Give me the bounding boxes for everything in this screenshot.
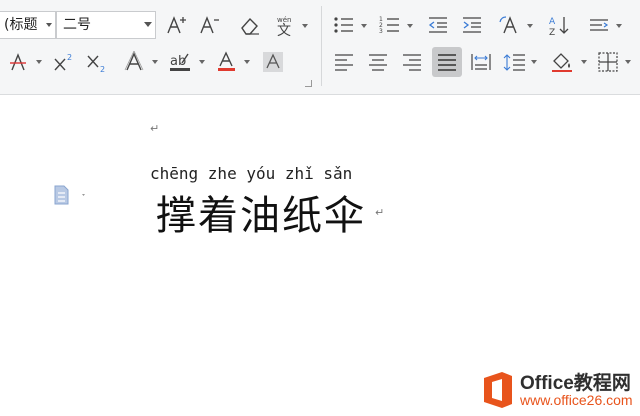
chevron-down-icon[interactable] <box>199 60 205 64</box>
subscript-icon: 2 <box>87 55 105 73</box>
document-text[interactable]: 撑着油纸伞 <box>156 183 366 241</box>
shrink-font-button[interactable] <box>196 12 224 38</box>
clear-format-button[interactable] <box>236 12 264 38</box>
distributed-icon <box>471 54 491 70</box>
superscript-button[interactable]: 2 <box>50 49 78 75</box>
chevron-down-icon[interactable] <box>152 60 158 64</box>
text-effect-button[interactable] <box>121 49 149 75</box>
text-effect-icon <box>124 51 144 71</box>
align-left-button[interactable] <box>330 49 358 75</box>
bullets-icon <box>334 17 353 33</box>
svg-text:Z: Z <box>549 28 555 36</box>
font-color-button[interactable] <box>213 49 241 75</box>
numbering-icon: 1 2 3 <box>379 16 399 35</box>
borders-button[interactable] <box>594 49 622 75</box>
svg-text:A: A <box>549 17 556 27</box>
style-combo[interactable]: (标题 <box>0 11 56 39</box>
align-center-icon <box>369 54 387 71</box>
chevron-down-icon[interactable] <box>527 24 533 28</box>
sort-icon: A Z <box>549 17 569 36</box>
text-direction-icon <box>590 19 609 31</box>
chevron-down-icon[interactable] <box>244 60 250 64</box>
phonetic-guide-icon: wén 文 <box>277 16 291 37</box>
highlight-icon: ab <box>170 53 190 71</box>
numbering-button[interactable]: 1 2 3 <box>376 12 404 38</box>
sort-button[interactable]: A Z <box>545 12 573 38</box>
align-center-button[interactable] <box>364 49 392 75</box>
justify-button[interactable] <box>432 47 462 77</box>
borders-icon <box>598 52 618 72</box>
bullets-button[interactable] <box>330 12 358 38</box>
align-right-button[interactable] <box>398 49 426 75</box>
svg-text:2: 2 <box>67 53 72 62</box>
ribbon-toolbar: (标题 二号 wén 文 1 2 3 A Z 2 2 ab <box>0 0 640 95</box>
text-direction-button[interactable] <box>585 12 613 38</box>
font-dialog-launcher[interactable] <box>305 80 312 87</box>
chevron-down-icon[interactable] <box>302 24 308 28</box>
chevron-down-icon[interactable] <box>616 24 622 28</box>
eraser-icon <box>241 17 259 35</box>
office-logo-icon <box>484 372 512 408</box>
style-combo-value: (标题 <box>4 17 38 33</box>
chevron-down-icon[interactable] <box>36 60 42 64</box>
watermark: Office教程网 www.office26.com <box>478 368 638 412</box>
highlight-button[interactable]: ab <box>167 49 195 75</box>
paragraph-mark: ↵ <box>150 122 160 135</box>
char-shading-icon <box>263 52 283 72</box>
char-shading-button[interactable] <box>259 49 287 75</box>
align-right-icon <box>403 54 421 71</box>
distributed-button[interactable] <box>467 49 495 75</box>
align-left-icon <box>335 54 353 71</box>
paragraph-layout-icon[interactable] <box>53 184 85 206</box>
svg-text:2: 2 <box>100 65 105 73</box>
strikethrough-icon <box>10 53 26 71</box>
chevron-down-icon[interactable] <box>531 60 537 64</box>
chevron-down-icon[interactable] <box>46 23 52 27</box>
chevron-down-icon[interactable] <box>625 60 631 64</box>
superscript-icon: 2 <box>54 53 72 71</box>
font-size-combo[interactable]: 二号 <box>56 11 156 39</box>
ribbon-separator <box>321 6 322 86</box>
document-icon <box>54 185 85 205</box>
font-size-value: 二号 <box>63 17 91 33</box>
line-spacing-button[interactable] <box>501 49 529 75</box>
paint-bucket-icon <box>552 53 572 72</box>
justify-icon <box>438 54 456 71</box>
shrink-font-icon <box>200 16 219 34</box>
decrease-indent-button[interactable] <box>424 12 452 38</box>
font-color-icon <box>218 51 235 71</box>
change-case-button[interactable] <box>496 12 524 38</box>
svg-text:文: 文 <box>277 23 291 37</box>
chevron-down-icon[interactable] <box>144 22 152 27</box>
subscript-button[interactable]: 2 <box>83 49 111 75</box>
chevron-down-icon[interactable] <box>361 24 367 28</box>
phonetic-guide-button[interactable]: wén 文 <box>272 12 300 38</box>
change-case-icon <box>499 16 517 34</box>
chevron-down-icon[interactable] <box>581 60 587 64</box>
chevron-down-icon[interactable] <box>407 24 413 28</box>
shading-button[interactable] <box>549 49 577 75</box>
paragraph-mark: ↵ <box>375 206 385 219</box>
decrease-indent-icon <box>428 17 447 33</box>
grow-font-button[interactable] <box>163 12 191 38</box>
increase-indent-button[interactable] <box>458 12 486 38</box>
strikethrough-button[interactable] <box>5 49 33 75</box>
grow-font-icon <box>167 16 186 34</box>
line-spacing-icon <box>503 54 525 71</box>
pinyin-annotation: chēng zhe yóu zhǐ sǎn <box>150 164 353 183</box>
increase-indent-icon <box>463 17 481 33</box>
watermark-url: www.office26.com <box>520 392 633 408</box>
svg-text:3: 3 <box>379 28 383 35</box>
watermark-title: Office教程网 <box>520 373 631 394</box>
